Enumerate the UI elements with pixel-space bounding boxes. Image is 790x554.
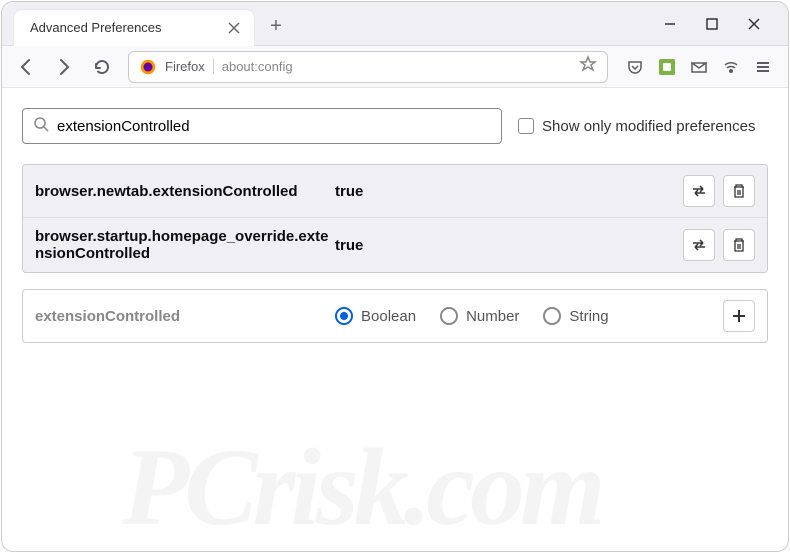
window-controls [636, 14, 788, 34]
new-preference-row: extensionControlled Boolean Number Strin… [22, 289, 768, 343]
url-brand: Firefox [165, 59, 214, 74]
toolbar: Firefox about:config [2, 46, 788, 88]
delete-button[interactable] [723, 175, 755, 207]
search-box[interactable] [22, 108, 502, 144]
close-window-button[interactable] [744, 14, 764, 34]
preference-row: browser.startup.homepage_override.extens… [23, 218, 767, 272]
preference-list: browser.newtab.extensionControlled true … [22, 164, 768, 273]
preference-name: browser.newtab.extensionControlled [35, 183, 335, 200]
radio-label: String [569, 308, 608, 325]
type-number[interactable]: Number [440, 307, 519, 325]
pocket-icon[interactable] [626, 58, 644, 76]
forward-button[interactable] [48, 51, 80, 83]
preference-name: browser.startup.homepage_override.extens… [35, 228, 335, 262]
add-button[interactable] [723, 300, 755, 332]
mail-icon[interactable] [690, 58, 708, 76]
toggle-button[interactable] [683, 175, 715, 207]
watermark: PCrisk.com [122, 424, 601, 551]
browser-tab[interactable]: Advanced Preferences [14, 10, 254, 46]
menu-button[interactable] [754, 58, 772, 76]
delete-button[interactable] [723, 229, 755, 261]
search-icon [33, 116, 49, 137]
new-tab-button[interactable]: + [262, 13, 290, 41]
show-modified-checkbox-row[interactable]: Show only modified preferences [518, 118, 755, 135]
titlebar: Advanced Preferences + [2, 2, 788, 46]
search-row: Show only modified preferences [22, 108, 768, 144]
radio-icon [543, 307, 561, 325]
search-input[interactable] [57, 118, 491, 135]
browser-window: Advanced Preferences + [1, 1, 789, 552]
preference-value: true [335, 237, 683, 254]
preference-value: true [335, 183, 683, 200]
extension-icon[interactable] [658, 58, 676, 76]
network-icon[interactable] [722, 58, 740, 76]
show-modified-label: Show only modified preferences [542, 118, 755, 135]
type-radio-group: Boolean Number String [335, 307, 723, 325]
radio-label: Boolean [361, 308, 416, 325]
radio-icon [335, 307, 353, 325]
bookmark-star-icon[interactable] [579, 55, 597, 78]
back-button[interactable] [10, 51, 42, 83]
radio-label: Number [466, 308, 519, 325]
close-tab-icon[interactable] [226, 20, 242, 36]
url-text: about:config [222, 59, 293, 74]
reload-button[interactable] [86, 51, 118, 83]
toggle-button[interactable] [683, 229, 715, 261]
type-boolean[interactable]: Boolean [335, 307, 416, 325]
radio-icon [440, 307, 458, 325]
content-area: Show only modified preferences browser.n… [2, 88, 788, 551]
url-bar[interactable]: Firefox about:config [128, 51, 608, 83]
new-preference-name: extensionControlled [35, 308, 335, 325]
toolbar-right-icons [618, 58, 780, 76]
tab-title: Advanced Preferences [30, 20, 226, 35]
show-modified-checkbox[interactable] [518, 118, 534, 134]
minimize-button[interactable] [660, 14, 680, 34]
maximize-button[interactable] [702, 14, 722, 34]
firefox-icon [139, 58, 157, 76]
preference-row: browser.newtab.extensionControlled true [23, 165, 767, 218]
type-string[interactable]: String [543, 307, 608, 325]
